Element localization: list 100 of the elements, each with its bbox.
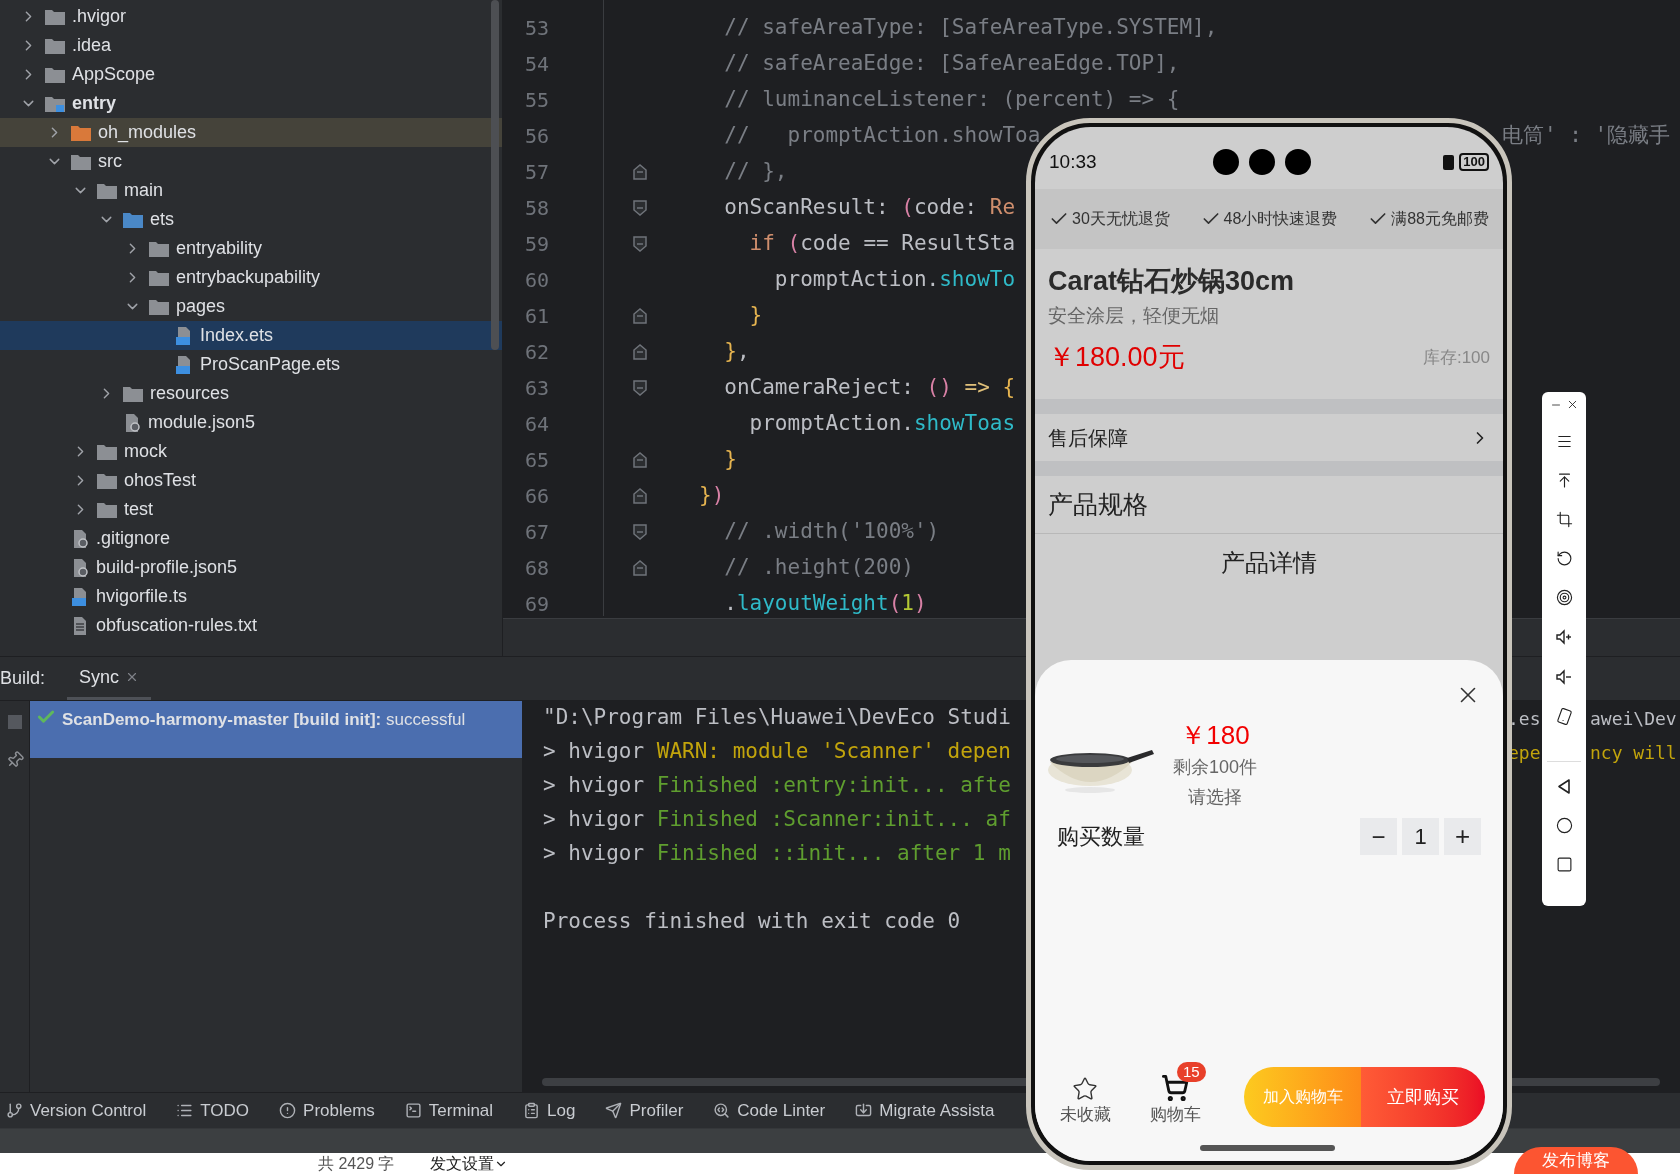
- file-name: resources: [150, 382, 230, 405]
- line-number: 53: [524, 15, 551, 42]
- fold-icon[interactable]: [631, 343, 649, 361]
- terminal-icon: [404, 1102, 422, 1119]
- code-line: // safeAreaEdge: [SafeAreaEdge.TOP],: [723, 50, 1180, 78]
- guarantee-label: 30天无忧退货: [1072, 209, 1170, 229]
- folder-icon: [148, 268, 170, 287]
- tool-window-button[interactable]: Problems: [279, 1097, 375, 1124]
- code-line: promptAction.showToas: [748, 410, 1016, 438]
- code-line: promptAction.showTo: [773, 266, 1016, 294]
- tree-row[interactable]: hvigorfile.ts: [0, 582, 502, 611]
- tool-window-button[interactable]: Code Linter: [713, 1097, 826, 1124]
- back-icon[interactable]: [1555, 778, 1573, 795]
- tree-row[interactable]: entryability: [0, 234, 502, 263]
- fold-icon[interactable]: [631, 559, 649, 577]
- fold-icon[interactable]: [631, 163, 649, 181]
- decrement-button[interactable]: −: [1360, 818, 1397, 855]
- line-number: 63: [524, 375, 551, 402]
- target-icon[interactable]: [1555, 589, 1573, 606]
- tree-row[interactable]: main: [0, 176, 502, 205]
- tree-row[interactable]: .gitignore: [0, 524, 502, 553]
- tree-row[interactable]: .hvigor: [0, 2, 502, 31]
- code-line: // .height(200): [723, 554, 914, 582]
- code-line: }: [748, 302, 763, 330]
- file-name: .gitignore: [96, 527, 171, 550]
- tool-window-button[interactable]: Profiler: [605, 1097, 684, 1124]
- quantity-field[interactable]: 1: [1402, 818, 1439, 855]
- product-title: Carat钻石炒锅30cm: [1048, 265, 1296, 298]
- tree-row[interactable]: src: [0, 147, 502, 176]
- scrollbar-thumb[interactable]: [491, 0, 499, 350]
- file-name: test: [124, 498, 153, 521]
- tree-row[interactable]: .idea: [0, 31, 502, 60]
- tool-window-button[interactable]: Terminal: [404, 1097, 494, 1124]
- tree-row[interactable]: entrybackupability: [0, 263, 502, 292]
- file-name: .idea: [72, 34, 112, 57]
- file-name: ets: [150, 208, 174, 231]
- buy-now-button[interactable]: 立即购买: [1361, 1067, 1485, 1127]
- code-line: }: [723, 446, 737, 474]
- tree-row[interactable]: obfuscation-rules.txt: [0, 611, 502, 640]
- publish-settings-link[interactable]: 发文设置: [430, 1154, 509, 1173]
- list-icon: [176, 1102, 194, 1119]
- tree-row[interactable]: build-profile.json5: [0, 553, 502, 582]
- fold-icon[interactable]: [631, 451, 649, 469]
- tree-row[interactable]: AppScope: [0, 60, 502, 89]
- file-name: oh_modules: [98, 121, 197, 145]
- line-number: 64: [524, 411, 551, 438]
- tree-row[interactable]: test: [0, 495, 502, 524]
- tree-row[interactable]: resources: [0, 379, 502, 408]
- panel-title: Build:: [0, 667, 47, 690]
- speaker-plus-icon[interactable]: [1555, 628, 1573, 646]
- section-heading: 产品规格: [1035, 476, 1503, 534]
- folder-icon: [70, 152, 92, 171]
- file-name: main: [124, 179, 163, 202]
- home-icon[interactable]: [1555, 817, 1573, 834]
- speaker-minus-icon[interactable]: [1555, 668, 1573, 686]
- sheet-price: ￥180: [1180, 719, 1250, 752]
- rotate-icon[interactable]: [1555, 550, 1573, 567]
- folder-icon: [96, 442, 118, 461]
- tool-window-button[interactable]: Migrate Assista: [855, 1097, 995, 1124]
- increment-button[interactable]: +: [1444, 818, 1481, 855]
- camera-icon: [1249, 149, 1275, 175]
- tool-window-button[interactable]: TODO: [176, 1097, 250, 1124]
- tree-row[interactable]: mock: [0, 437, 502, 466]
- favorite-button[interactable]: 未收藏: [1053, 1075, 1117, 1127]
- guarantee-label: 48小时快速退费: [1223, 209, 1338, 229]
- fold-icon[interactable]: [631, 307, 649, 325]
- tree-row[interactable]: pages: [0, 292, 502, 321]
- console-line: > hvigor Finished :Scanner:init... af: [543, 806, 1011, 834]
- line-number: 65: [524, 447, 551, 474]
- tool-window-button[interactable]: Version Control: [6, 1097, 147, 1124]
- product-subtitle: 安全涂层，轻便无烟: [1048, 304, 1220, 328]
- tree-row[interactable]: module.json5: [0, 408, 502, 437]
- file-name: mock: [124, 440, 167, 463]
- folder-icon: [96, 471, 118, 490]
- fold-icon[interactable]: [631, 199, 649, 217]
- tree-row[interactable]: ohosTest: [0, 466, 502, 495]
- crop-icon[interactable]: [1555, 511, 1573, 528]
- fold-icon[interactable]: [631, 523, 649, 541]
- tree-row[interactable]: ets: [0, 205, 502, 234]
- file-name: hvigorfile.ts: [96, 585, 188, 608]
- after-sales-row[interactable]: 售后保障: [1035, 414, 1503, 461]
- menu-icon[interactable]: [1555, 433, 1573, 450]
- fold-icon[interactable]: [631, 379, 649, 397]
- code-line: onScanResult: (code: Re: [723, 194, 1016, 222]
- product-price: ￥180.00元: [1048, 341, 1185, 374]
- recents-icon[interactable]: [1555, 856, 1573, 873]
- build-task-row[interactable]: ScanDemo-harmony-master [build init]: successful: [30, 701, 522, 758]
- folder-icon: [44, 7, 66, 26]
- fold-icon[interactable]: [631, 235, 649, 253]
- file-name: .hvigor: [72, 5, 127, 28]
- tree-row[interactable]: entry: [0, 89, 502, 118]
- tree-row[interactable]: ProScanPage.ets: [0, 350, 502, 379]
- search-code-icon: [713, 1102, 731, 1119]
- tool-window-button[interactable]: Log: [523, 1097, 576, 1124]
- tree-row[interactable]: Index.ets: [0, 321, 502, 350]
- fold-icon[interactable]: [631, 487, 649, 505]
- tree-row[interactable]: oh_modules: [0, 118, 502, 147]
- file-name: ProScanPage.ets: [200, 353, 341, 376]
- folder-icon: [44, 36, 66, 55]
- file-name: entry: [72, 92, 116, 115]
